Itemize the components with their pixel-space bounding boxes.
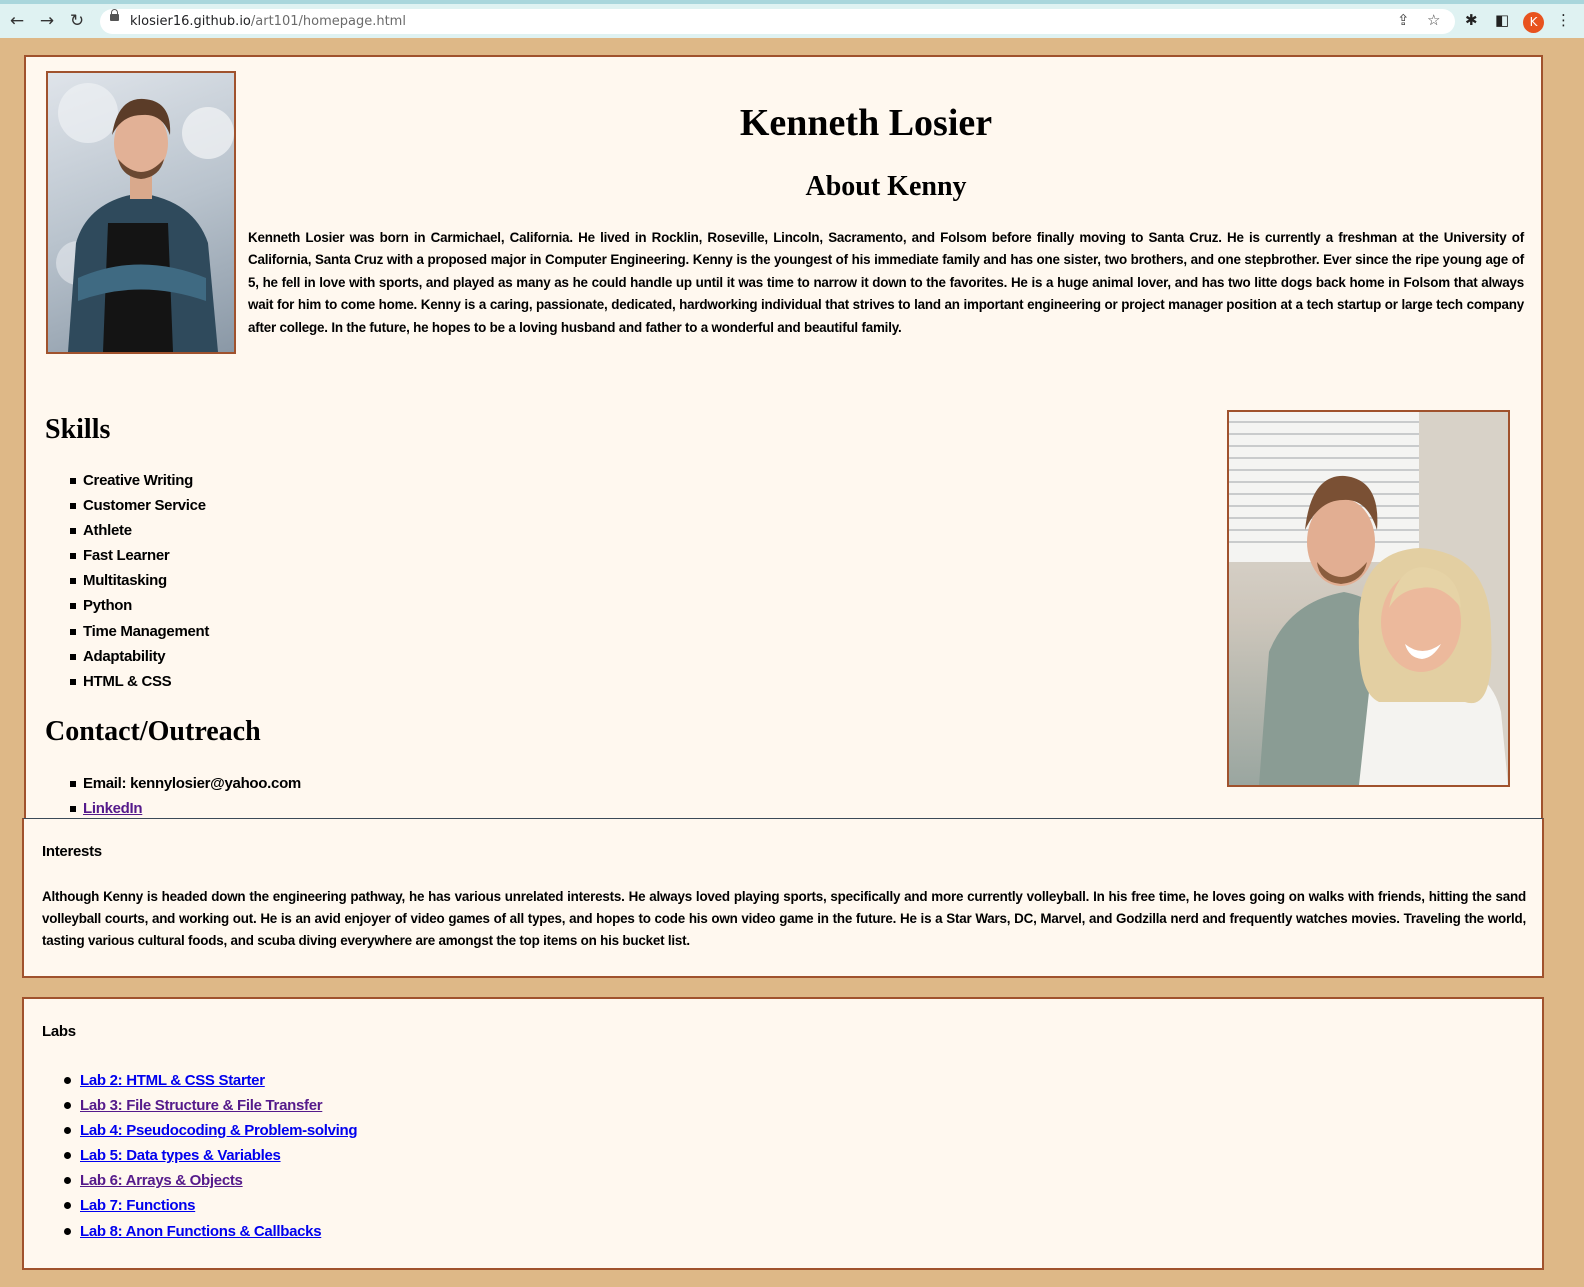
labs-heading: Labs (42, 1023, 76, 1040)
lab-item: Lab 8: Anon Functions & Callbacks (42, 1219, 357, 1244)
skill-item: Adaptability (46, 644, 209, 669)
lab-link[interactable]: Lab 7: Functions (80, 1197, 196, 1214)
main-content-panel: Kenneth Losier About Kenny Kenneth Losie… (24, 55, 1543, 835)
profile-avatar[interactable]: K (1523, 12, 1544, 33)
lab-link[interactable]: Lab 8: Anon Functions & Callbacks (80, 1223, 322, 1240)
selfie-photo (1227, 410, 1510, 787)
contact-list: Email: kennylosier@yahoo.com LinkedIn (46, 771, 301, 821)
lab-item: Lab 7: Functions (42, 1193, 357, 1218)
lab-link[interactable]: Lab 5: Data types & Variables (80, 1147, 281, 1164)
skill-item: Athlete (46, 518, 209, 543)
url-path: /art101/homepage.html (250, 14, 406, 29)
lock-icon[interactable] (110, 9, 119, 21)
skill-item: Fast Learner (46, 543, 209, 568)
skill-item: HTML & CSS (46, 669, 209, 694)
skill-item: Python (46, 593, 209, 618)
skills-heading: Skills (45, 414, 111, 445)
skill-item: Multitasking (46, 568, 209, 593)
lab-item: Lab 5: Data types & Variables (42, 1143, 357, 1168)
browser-toolbar: ← → ↻ klosier16.github.io/art101/homepag… (0, 0, 1584, 38)
extensions-icon[interactable]: ✱ (1465, 11, 1478, 29)
url-text[interactable]: klosier16.github.io/art101/homepage.html (130, 9, 406, 34)
side-panel-icon[interactable]: ◧ (1495, 11, 1509, 29)
selfie-photo-illustration (1229, 412, 1508, 785)
skills-list: Creative Writing Customer Service Athlet… (46, 468, 209, 694)
skill-item: Time Management (46, 619, 209, 644)
about-heading: About Kenny (805, 171, 967, 202)
forward-arrow-icon[interactable]: → (36, 10, 58, 32)
lab-item: Lab 2: HTML & CSS Starter (42, 1068, 357, 1093)
lab-item: Lab 4: Pseudocoding & Problem-solving (42, 1118, 358, 1143)
portrait-photo (46, 71, 236, 354)
lab-item: Lab 6: Arrays & Objects (42, 1168, 357, 1193)
portrait-photo-illustration (56, 83, 234, 352)
labs-list: Lab 2: HTML & CSS Starter Lab 3: File St… (42, 1068, 358, 1244)
lab-link[interactable]: Lab 6: Arrays & Objects (80, 1172, 243, 1189)
labs-panel: Labs Lab 2: HTML & CSS Starter Lab 3: Fi… (22, 997, 1544, 1270)
menu-icon[interactable]: ⋮ (1556, 11, 1571, 29)
email-item: Email: kennylosier@yahoo.com (46, 771, 301, 796)
star-icon[interactable]: ☆ (1427, 11, 1440, 29)
skill-item: Creative Writing (46, 468, 209, 493)
reload-icon[interactable]: ↻ (66, 10, 88, 32)
back-arrow-icon[interactable]: ← (6, 10, 28, 32)
page-title: Kenneth Losier (739, 102, 993, 144)
url-host: klosier16.github.io (130, 14, 251, 29)
lab-link[interactable]: Lab 2: HTML & CSS Starter (80, 1072, 265, 1089)
lab-link[interactable]: Lab 3: File Structure & File Transfer (80, 1097, 323, 1114)
lab-item: Lab 3: File Structure & File Transfer (42, 1093, 357, 1118)
interests-panel: Interests Although Kenny is headed down … (22, 818, 1544, 978)
linkedin-link[interactable]: LinkedIn (83, 800, 143, 817)
bio-paragraph: Kenneth Losier was born in Carmichael, C… (248, 230, 1524, 335)
share-icon[interactable]: ⇪ (1397, 11, 1410, 29)
lab-link[interactable]: Lab 4: Pseudocoding & Problem-solving (80, 1122, 358, 1139)
contact-heading: Contact/Outreach (45, 716, 261, 747)
interests-paragraph: Although Kenny is headed down the engine… (42, 889, 1526, 949)
interests-heading: Interests (42, 843, 102, 860)
skill-item: Customer Service (46, 493, 209, 518)
address-bar[interactable]: klosier16.github.io/art101/homepage.html… (100, 9, 1455, 34)
